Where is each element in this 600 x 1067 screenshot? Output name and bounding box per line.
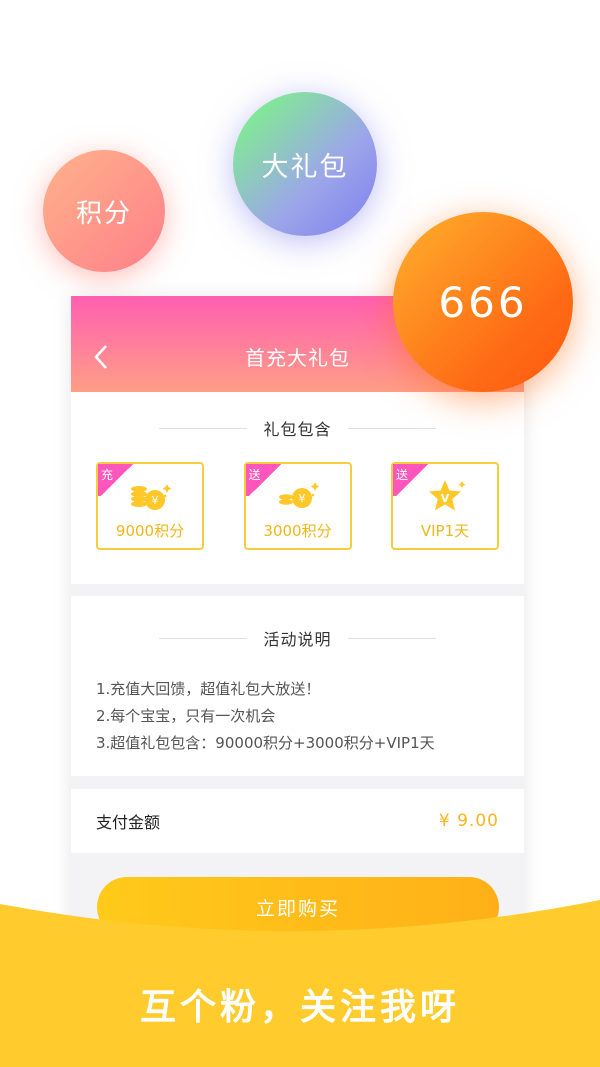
tag-text: 充 — [101, 468, 114, 482]
slogan: 互个粉，关注我呀 — [139, 987, 460, 1028]
payment-row: 支付金额 ¥ 9.00 — [71, 789, 524, 853]
gift-bubble-label: 大礼包 — [261, 151, 349, 183]
package-item-vip: 送 V VIP1天 — [391, 462, 499, 550]
description-line: 1.充值大回馈，超值礼包大放送！ — [96, 680, 321, 698]
number-bubble: 666 — [393, 212, 573, 392]
description-title: 活动说明 — [263, 630, 332, 649]
number-bubble-label: 666 — [438, 277, 528, 327]
payment-label: 支付金额 — [96, 813, 161, 832]
package-items: 充 ¥ 9000积分 送 ¥ 3000积分 送 V VIP1天 — [71, 462, 524, 550]
gift-bubble: 大礼包 — [233, 92, 377, 236]
svg-text:V: V — [441, 492, 450, 505]
package-item-label: 9000积分 — [115, 522, 185, 540]
description-line: 3.超值礼包包含：90000积分+3000积分+VIP1天 — [96, 734, 435, 752]
tag-text: 送 — [248, 468, 261, 482]
svg-text:¥: ¥ — [152, 494, 159, 507]
divider — [347, 637, 436, 639]
package-item-bonus: 送 ¥ 3000积分 — [243, 462, 352, 550]
description-line: 2.每个宝宝，只有一次机会 — [96, 707, 276, 725]
coins-icon: ¥ — [131, 484, 172, 510]
package-title: 礼包包含 — [263, 420, 332, 439]
vip-star-icon: V — [429, 480, 466, 511]
bottom-banner — [0, 900, 600, 1067]
tag-text: 送 — [396, 468, 409, 482]
package-item-label: VIP1天 — [420, 522, 470, 540]
package-section: 礼包包含 充 ¥ 9000积分 送 ¥ 3000积分 送 V VIP1天 — [71, 392, 524, 584]
package-section-title: 礼包包含 — [71, 416, 524, 440]
points-bubble: 积分 — [43, 150, 165, 272]
package-item-points: 充 ¥ 9000积分 — [96, 462, 204, 550]
divider — [347, 427, 436, 429]
description-section-title: 活动说明 — [71, 626, 524, 650]
payment-amount: ¥ 9.00 — [438, 811, 499, 831]
coin-icon: ¥ — [278, 482, 319, 508]
phone-card: 首充大礼包 礼包包含 充 ¥ 9000积分 送 ¥ 3000积分 送 V VIP… — [71, 296, 524, 956]
divider — [159, 427, 248, 429]
divider — [159, 637, 248, 639]
points-bubble-label: 积分 — [75, 198, 132, 229]
svg-text:¥: ¥ — [298, 492, 305, 505]
description-section: 活动说明 1.充值大回馈，超值礼包大放送！ 2.每个宝宝，只有一次机会 3.超值… — [71, 596, 524, 776]
description-list: 1.充值大回馈，超值礼包大放送！ 2.每个宝宝，只有一次机会 3.超值礼包包含：… — [71, 676, 524, 757]
package-item-label: 3000积分 — [263, 522, 332, 540]
